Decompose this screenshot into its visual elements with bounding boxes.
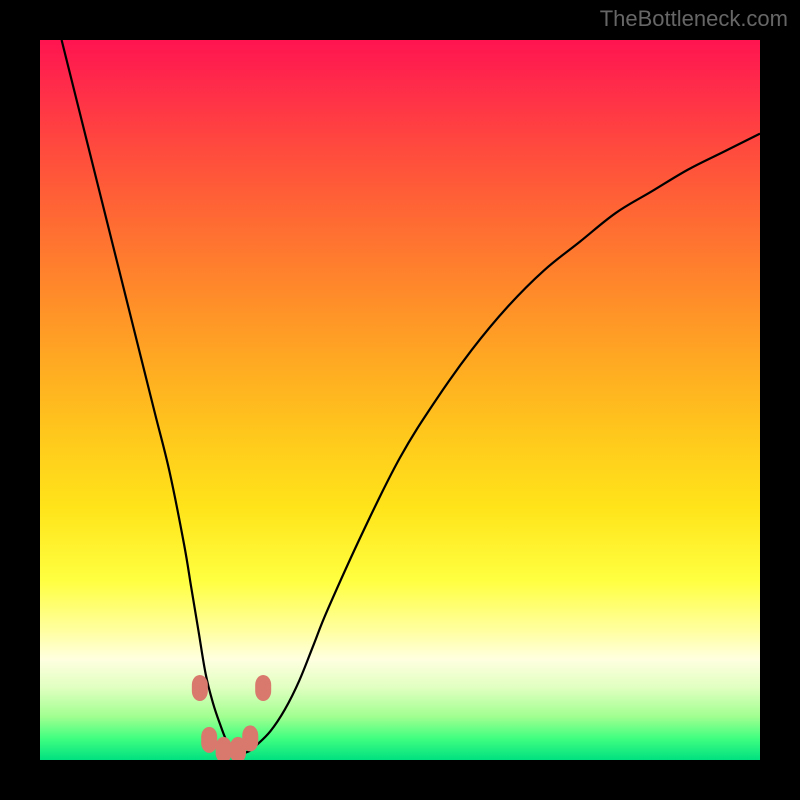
bottleneck-curve bbox=[62, 40, 760, 753]
watermark-text: TheBottleneck.com bbox=[600, 6, 788, 32]
plot-area bbox=[40, 40, 760, 760]
data-marker bbox=[255, 675, 271, 701]
data-marker bbox=[242, 725, 258, 751]
data-marker bbox=[192, 675, 208, 701]
curve-layer bbox=[40, 40, 760, 760]
data-marker bbox=[201, 727, 217, 753]
chart-container: TheBottleneck.com bbox=[0, 0, 800, 800]
data-marker bbox=[216, 737, 232, 760]
